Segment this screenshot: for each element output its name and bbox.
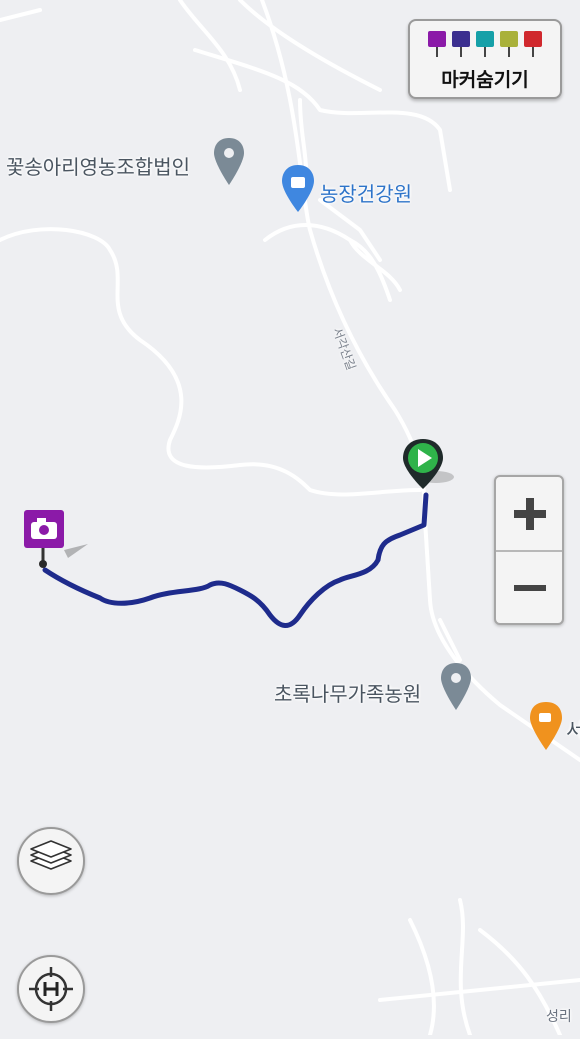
camera-icon: [428, 31, 448, 61]
camera-marker[interactable]: [24, 508, 94, 570]
zoom-in-button[interactable]: [496, 477, 562, 552]
flag-icon: [524, 31, 544, 61]
memo-icon: [500, 31, 520, 61]
zoom-control: [494, 475, 564, 625]
route-start-marker[interactable]: [398, 437, 458, 497]
minus-icon: [514, 585, 546, 591]
zoom-out-button[interactable]: [496, 552, 562, 625]
layers-icon: [30, 840, 72, 870]
poi-label[interactable]: 초록나무가족농원: [274, 678, 421, 707]
marker-hide-label: 마커숨기기: [441, 69, 529, 91]
plus-icon: [514, 498, 546, 530]
shopping-bag-pin-icon[interactable]: [282, 165, 314, 212]
map-pin-icon[interactable]: [441, 663, 471, 710]
poi-label[interactable]: 농장건강원: [320, 178, 412, 207]
crosshair-h-icon: [29, 967, 73, 1011]
route-line: [42, 492, 429, 628]
microphone-icon: [476, 31, 496, 61]
map-canvas[interactable]: 꽃송아리영농조합법인 농장건강원 초록나무가족농원 서 성리 서각산길: [0, 0, 580, 1037]
layers-button[interactable]: [17, 827, 85, 895]
poi-label[interactable]: 꽃송아리영농조합법인: [6, 151, 190, 180]
video-icon: [452, 31, 472, 61]
my-location-button[interactable]: [17, 955, 85, 1023]
marker-hide-button[interactable]: 마커숨기기: [408, 19, 562, 99]
map-pin-icon[interactable]: [214, 138, 244, 185]
place-label: 성리: [546, 1009, 572, 1025]
poi-label[interactable]: 서: [566, 714, 580, 743]
